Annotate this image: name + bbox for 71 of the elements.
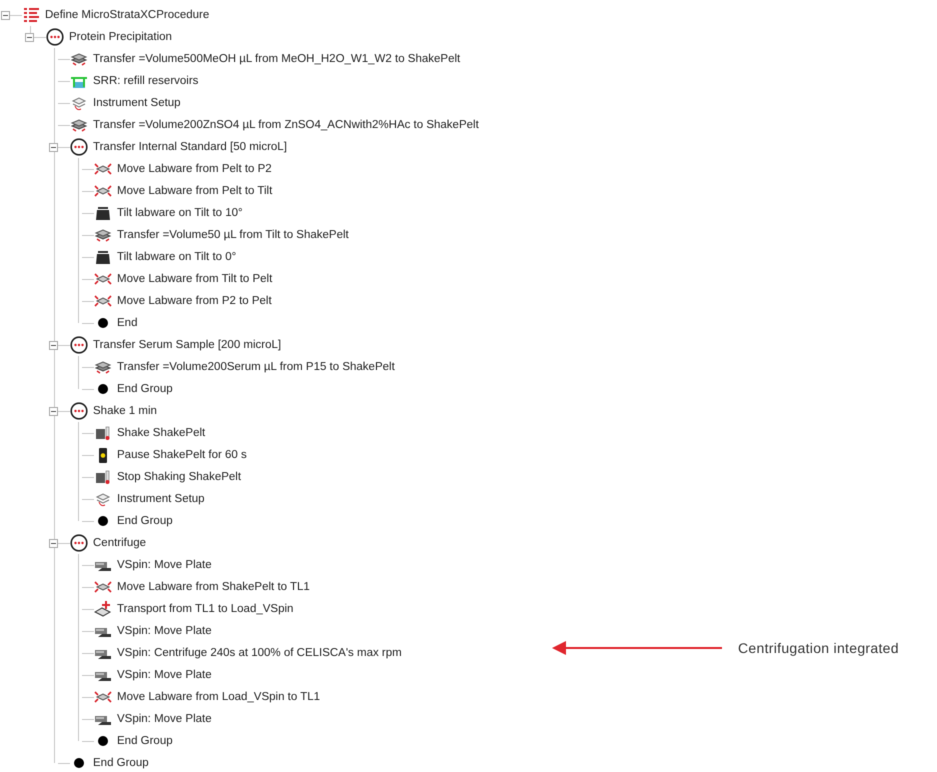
labware-move-icon bbox=[94, 161, 112, 177]
tree-item-label[interactable]: End Group bbox=[117, 515, 173, 527]
minus-icon bbox=[27, 34, 32, 40]
tree-item-label[interactable]: Transport from TL1 to Load_VSpin bbox=[117, 603, 294, 615]
tree-item-label[interactable]: Move Labware from Tilt to Pelt bbox=[117, 273, 272, 285]
plates-icon bbox=[94, 359, 112, 375]
tilt-device-icon bbox=[94, 249, 112, 265]
labware-move-icon bbox=[94, 293, 112, 309]
group-circle-icon bbox=[70, 138, 88, 156]
tree-item-label[interactable]: Define MicroStrataXCProcedure bbox=[45, 9, 210, 21]
tree-item-label[interactable]: Shake ShakePelt bbox=[117, 427, 206, 439]
plates-icon bbox=[70, 51, 88, 67]
setup-icon bbox=[94, 491, 112, 507]
labware-move-icon bbox=[94, 689, 112, 705]
tree-item-label[interactable]: Move Labware from P2 to Pelt bbox=[117, 295, 272, 307]
tree-item-label[interactable]: Tilt labware on Tilt to 0° bbox=[117, 251, 236, 263]
tree-item-label[interactable]: Instrument Setup bbox=[117, 493, 205, 505]
labware-move-icon bbox=[94, 183, 112, 199]
collapse-toggle[interactable] bbox=[25, 32, 34, 42]
tree-item-label[interactable]: Centrifuge bbox=[93, 537, 146, 549]
tree-item-label[interactable]: Instrument Setup bbox=[93, 97, 181, 109]
group-circle-icon bbox=[70, 534, 88, 552]
tree-item-label[interactable]: Pause ShakePelt for 60 s bbox=[117, 449, 247, 461]
collapse-toggle[interactable] bbox=[49, 142, 58, 152]
tree-item-label[interactable]: End Group bbox=[93, 757, 149, 769]
tree-item-label[interactable]: Transfer =Volume500MeOH µL from MeOH_H2O_W1_W2 to ShakePelt bbox=[93, 53, 460, 65]
collapse-toggle[interactable] bbox=[49, 538, 58, 548]
labware-move-icon bbox=[94, 579, 112, 595]
shaker-icon bbox=[94, 425, 112, 441]
tree-item-label[interactable]: VSpin: Move Plate bbox=[117, 625, 212, 637]
tree-item-label[interactable]: Move Labware from Pelt to P2 bbox=[117, 163, 272, 175]
minus-icon bbox=[51, 540, 56, 546]
collapse-toggle[interactable] bbox=[49, 406, 58, 416]
minus-icon bbox=[51, 342, 56, 348]
tree-item-label[interactable]: Move Labware from Pelt to Tilt bbox=[117, 185, 272, 197]
tree-item-label[interactable]: VSpin: Centrifuge 240s at 100% of CELISCA's max rpm bbox=[117, 647, 402, 659]
tree-item-label[interactable]: Transfer Serum Sample [200 microL] bbox=[93, 339, 282, 351]
tree-item-label[interactable]: Transfer =Volume200Serum µL from P15 to ShakePelt bbox=[117, 361, 395, 373]
tree-item-label[interactable]: Transfer =Volume200ZnSO4 µL from ZnSO4_ACNwith2%HAc to ShakePelt bbox=[93, 119, 479, 131]
group-circle-icon bbox=[70, 336, 88, 354]
plate-transport-icon bbox=[94, 601, 112, 617]
tree-item-label[interactable]: Move Labware from ShakePelt to TL1 bbox=[117, 581, 310, 593]
tree-item-label[interactable]: VSpin: Move Plate bbox=[117, 559, 212, 571]
tree-item-label[interactable]: Move Labware from Load_VSpin to TL1 bbox=[117, 691, 320, 703]
minus-icon bbox=[51, 144, 56, 150]
tree-item-label[interactable]: SRR: refill reservoirs bbox=[93, 75, 198, 87]
plates-icon bbox=[94, 227, 112, 243]
tree-item-label[interactable]: Stop Shaking ShakePelt bbox=[117, 471, 242, 483]
minus-icon bbox=[3, 12, 8, 18]
tree-item-label[interactable]: Tilt labware on Tilt to 10° bbox=[117, 207, 243, 219]
tree-item-label[interactable]: VSpin: Move Plate bbox=[117, 713, 212, 725]
tree-item-label[interactable]: End Group bbox=[117, 383, 173, 395]
list-icon bbox=[22, 7, 40, 23]
tree-item-label[interactable]: Protein Precipitation bbox=[69, 31, 172, 43]
labware-move-icon bbox=[94, 271, 112, 287]
plates-icon bbox=[70, 117, 88, 133]
tree-item-label[interactable]: Shake 1 min bbox=[93, 405, 157, 417]
tilt-device-icon bbox=[94, 205, 112, 221]
tree-item-label[interactable]: VSpin: Move Plate bbox=[117, 669, 212, 681]
tree-item-label[interactable]: Transfer =Volume50 µL from Tilt to ShakePelt bbox=[117, 229, 349, 241]
collapse-toggle[interactable] bbox=[49, 340, 58, 350]
tree-item-label[interactable]: End Group bbox=[117, 735, 173, 747]
tree-item-label[interactable]: Transfer Internal Standard [50 microL] bbox=[93, 141, 287, 153]
collapse-toggle[interactable] bbox=[1, 10, 10, 20]
setup-icon bbox=[70, 95, 88, 111]
group-circle-icon bbox=[46, 28, 64, 46]
shaker-icon bbox=[94, 469, 112, 485]
annotation-text: Centrifugation integrated bbox=[738, 640, 899, 656]
tree-item-label[interactable]: End bbox=[117, 317, 138, 329]
group-circle-icon bbox=[70, 402, 88, 420]
minus-icon bbox=[51, 408, 56, 414]
